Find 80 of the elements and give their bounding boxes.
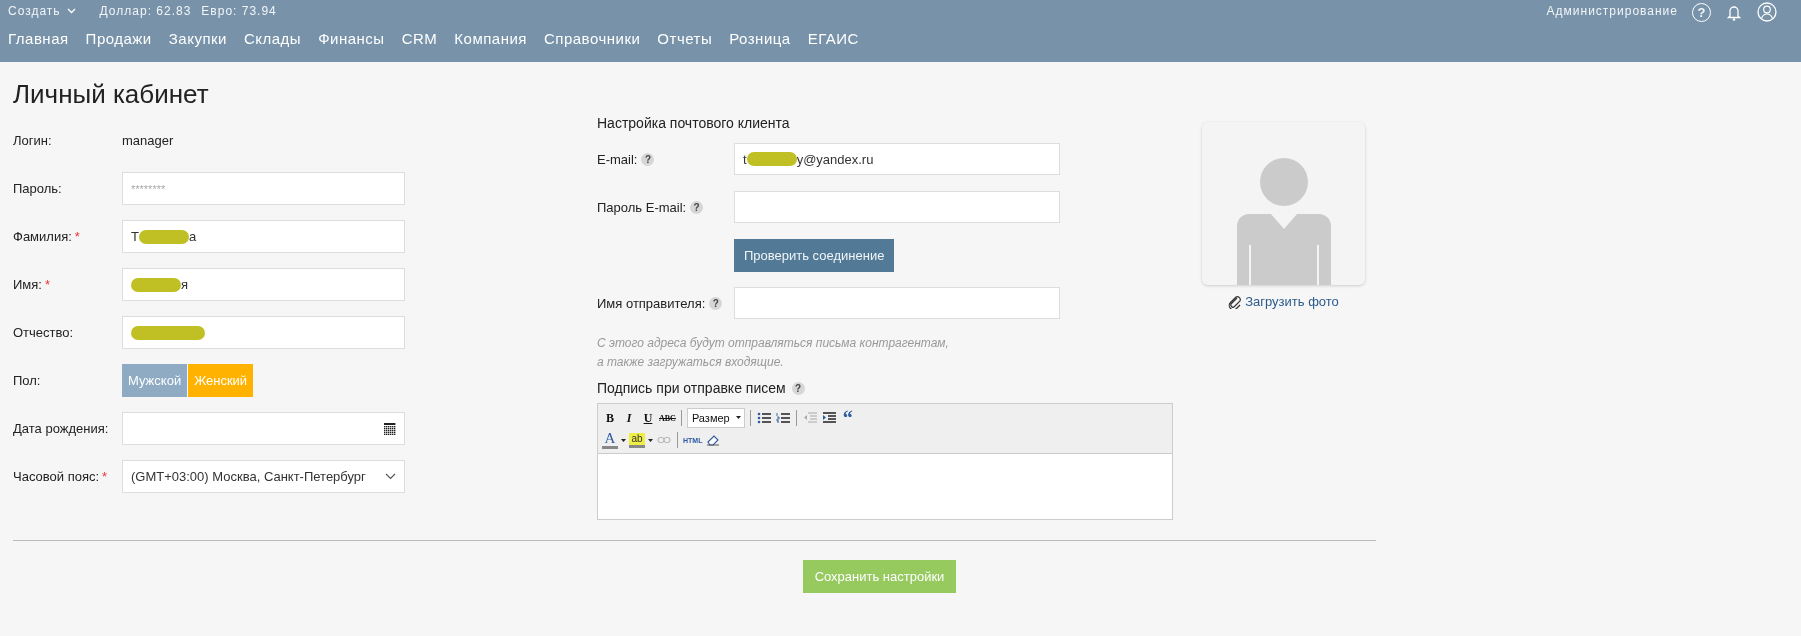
caret-icon	[735, 416, 741, 419]
quote-button[interactable]: “	[839, 411, 856, 425]
nav-item[interactable]: Продажи	[85, 30, 152, 47]
section-title: Настройка почтового клиента	[597, 115, 791, 131]
currency-rate: Доллар: 62.83	[99, 4, 192, 18]
timezone-select[interactable]: (GMT+03:00) Москва, Санкт-Петербург	[122, 460, 405, 493]
input-field[interactable]	[734, 287, 1060, 319]
paperclip-icon	[1228, 294, 1243, 309]
eraser-icon[interactable]	[706, 434, 721, 446]
input-field[interactable]	[122, 316, 405, 349]
help-icon[interactable]: ?	[690, 200, 704, 214]
nav-item[interactable]: Склады	[243, 30, 302, 47]
nav-item[interactable]: Компания	[454, 30, 527, 47]
admin-link[interactable]: Администрирование	[1546, 4, 1678, 18]
chevron-down-icon	[385, 473, 396, 480]
field-label: Часовой пояс:	[13, 469, 100, 484]
field-label: Подпись при отправке писем	[597, 380, 786, 396]
person-silhouette-icon	[1236, 157, 1331, 285]
field-placeholder: ********	[131, 182, 166, 195]
create-label: Создать	[8, 4, 61, 18]
input-field[interactable]: я	[122, 268, 405, 301]
field-label: Пол:	[13, 373, 41, 388]
field-label: Имя:	[13, 277, 42, 292]
underline-button[interactable]: U	[640, 409, 656, 427]
help-icon[interactable]: ?	[641, 152, 655, 166]
gender-option[interactable]: Мужской	[122, 364, 188, 397]
font-color-button[interactable]: A	[602, 431, 618, 449]
field-label: Фамилия:	[13, 229, 72, 244]
caret-icon	[621, 438, 626, 442]
field-label: Дата рождения:	[13, 421, 109, 436]
nav-item[interactable]: Главная	[8, 30, 69, 47]
highlight-button[interactable]: ab	[629, 432, 645, 448]
calendar-icon	[384, 422, 396, 435]
hint-text: С этого адреса будут отправляться письма контрагентам, а также загружаться входящие.	[597, 335, 950, 371]
required-mark: *	[102, 469, 108, 484]
currency-rate: Евро: 73.94	[201, 4, 277, 18]
nav-item[interactable]: Розница	[729, 30, 791, 47]
nav-item[interactable]: ЕГАИС	[807, 30, 859, 47]
required-mark: *	[44, 277, 50, 292]
input-field[interactable]: ********	[122, 172, 405, 205]
required-mark: *	[74, 229, 80, 244]
list-icon[interactable]	[756, 412, 771, 424]
upload-photo-link[interactable]: Загрузить фото	[1228, 294, 1339, 309]
create-menu[interactable]: Создать	[8, 4, 76, 18]
strikethrough-button[interactable]: ABC	[659, 409, 676, 427]
field-label: E-mail:	[597, 151, 638, 167]
user-icon[interactable]	[1757, 2, 1777, 22]
field-value: Т	[131, 229, 139, 244]
field-value: t	[743, 151, 747, 167]
help-icon[interactable]: ?	[709, 296, 723, 310]
input-field[interactable]: t y@yandex.ru	[734, 143, 1060, 175]
field-value: y@yandex.ru	[796, 151, 874, 167]
field-label: Имя отправителя:	[597, 295, 706, 311]
field-label: Пароль:	[13, 181, 62, 196]
chevron-down-icon	[66, 8, 76, 14]
help-icon[interactable]: ?	[791, 381, 805, 395]
check-connection-button[interactable]: Проверить соединение	[734, 238, 895, 272]
field-value: а	[188, 229, 197, 244]
indent-icon[interactable]	[821, 412, 836, 424]
nav-item[interactable]: Отчеты	[657, 30, 713, 47]
input-field[interactable]	[734, 191, 1060, 223]
field-label: Отчество:	[13, 325, 74, 340]
link-icon[interactable]	[657, 436, 671, 444]
field-label: Пароль E-mail:	[597, 199, 687, 215]
caret-icon	[648, 438, 653, 442]
page-title: Личный кабинет	[13, 78, 210, 110]
font-size-dropdown[interactable]: Размер	[686, 408, 745, 428]
nav-item[interactable]: Финансы	[318, 30, 385, 47]
nav-item[interactable]: CRM	[401, 30, 438, 47]
bell-icon[interactable]	[1727, 3, 1741, 21]
numbered-list-icon[interactable]	[775, 412, 790, 424]
nav-item[interactable]: Справочники	[543, 30, 641, 47]
field-value: я	[181, 277, 189, 292]
italic-button[interactable]: I	[621, 409, 637, 427]
nav-item[interactable]: Закупки	[168, 30, 227, 47]
date-field[interactable]	[122, 412, 405, 445]
bold-button[interactable]: B	[602, 409, 618, 427]
input-field[interactable]: Т а	[122, 220, 405, 253]
field-value: manager	[122, 133, 174, 148]
field-label: Логин:	[13, 133, 52, 148]
